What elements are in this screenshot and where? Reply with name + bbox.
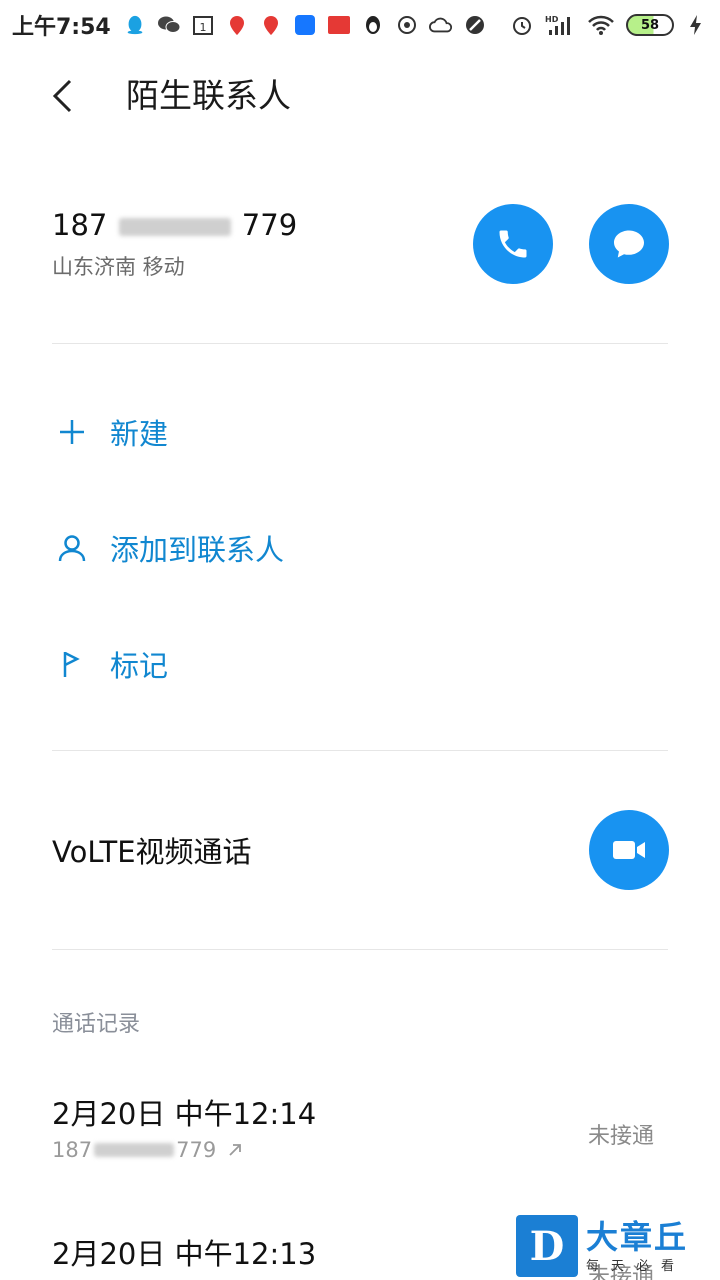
call-log-status: 未接通 bbox=[587, 1124, 654, 1149]
map-pin-icon-2 bbox=[259, 13, 283, 37]
video-call-button[interactable] bbox=[589, 810, 669, 890]
phone-icon bbox=[499, 230, 527, 258]
music-icon bbox=[395, 13, 419, 37]
wifi-icon bbox=[586, 13, 616, 37]
wechat-icon bbox=[157, 13, 181, 37]
caller-info: 187 779 山东济南 移动 bbox=[52, 205, 297, 281]
qq-penguin-icon bbox=[361, 13, 385, 37]
call-log-title: 通话记录 bbox=[52, 1012, 141, 1037]
message-icon bbox=[614, 230, 644, 258]
toutiao-icon bbox=[327, 13, 351, 37]
divider bbox=[52, 750, 668, 751]
svg-text:1: 1 bbox=[199, 21, 206, 34]
person-icon bbox=[52, 528, 92, 568]
call-button[interactable] bbox=[473, 204, 553, 284]
cloud-icon bbox=[428, 13, 453, 37]
watermark-name: 大章丘 bbox=[586, 1217, 689, 1256]
phone-number-prefix: 187 bbox=[52, 208, 108, 242]
stranger-contact-page: 上午7:54 1 HD 58 陌生联系人 187 779 山东济南 移动 新建 … bbox=[0, 0, 720, 1280]
status-bar: 上午7:54 1 HD 58 bbox=[0, 0, 720, 50]
action-add-to-contacts[interactable]: 添加到联系人 bbox=[52, 518, 284, 578]
redacted-digits bbox=[118, 218, 231, 236]
watermark-slogan: 每天必看 bbox=[586, 1258, 687, 1274]
call-log-number: 187 779 bbox=[52, 1138, 668, 1162]
status-time: 上午7:54 bbox=[12, 15, 111, 40]
phone-number: 187 779 bbox=[52, 205, 297, 245]
redacted-digits bbox=[94, 1143, 175, 1157]
alarm-icon bbox=[510, 13, 534, 37]
back-button[interactable] bbox=[40, 74, 84, 118]
battery-indicator: 58 bbox=[626, 14, 674, 36]
watermark-badge: D bbox=[516, 1215, 578, 1277]
action-add-to-contacts-label: 添加到联系人 bbox=[110, 533, 285, 567]
map-pin-icon bbox=[225, 13, 249, 37]
divider bbox=[52, 343, 668, 344]
call-log-time: 2月20日 中午12:14 bbox=[52, 1097, 317, 1131]
action-mark[interactable]: 标记 bbox=[52, 634, 168, 694]
header: 陌生联系人 bbox=[0, 58, 720, 134]
message-button[interactable] bbox=[589, 204, 669, 284]
alipay-icon bbox=[293, 13, 317, 37]
network-label: HD bbox=[545, 15, 559, 24]
phone-number-suffix: 779 bbox=[241, 208, 298, 242]
signal-icon: HD bbox=[544, 13, 576, 37]
block-icon bbox=[463, 13, 487, 37]
action-new[interactable]: 新建 bbox=[52, 402, 168, 462]
chevron-left-icon bbox=[52, 79, 72, 113]
charging-icon bbox=[684, 13, 708, 37]
plus-icon bbox=[52, 412, 92, 452]
call-log-entry[interactable]: 2月20日 中午12:14 187 779 未接通 bbox=[52, 1094, 668, 1162]
page-title: 陌生联系人 bbox=[126, 76, 291, 115]
video-camera-icon bbox=[613, 841, 645, 859]
action-mark-label: 标记 bbox=[110, 649, 169, 683]
qq-icon bbox=[123, 13, 147, 37]
divider bbox=[52, 949, 668, 950]
calendar-icon: 1 bbox=[191, 13, 215, 37]
action-new-label: 新建 bbox=[110, 417, 169, 451]
watermark-logo: D 大章丘 每天必看 bbox=[516, 1212, 720, 1280]
volte-video-call-label: VoLTE视频通话 bbox=[52, 835, 252, 869]
call-log-number-suffix: 779 bbox=[176, 1138, 217, 1162]
flag-icon bbox=[52, 644, 92, 684]
outgoing-call-icon bbox=[229, 1144, 242, 1156]
call-log-number-prefix: 187 bbox=[52, 1138, 93, 1162]
phone-location: 山东济南 移动 bbox=[52, 255, 185, 279]
